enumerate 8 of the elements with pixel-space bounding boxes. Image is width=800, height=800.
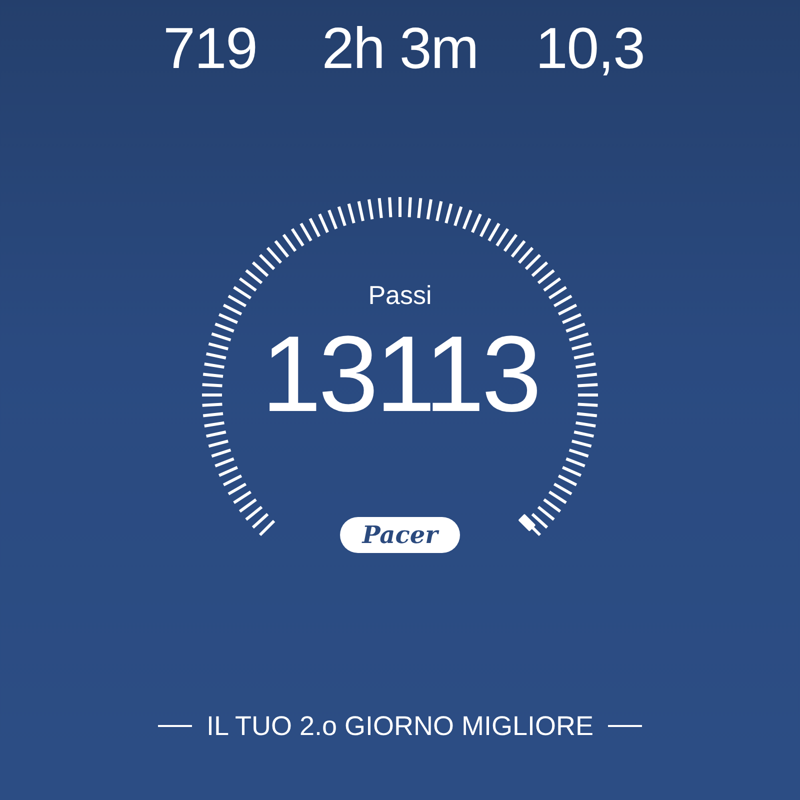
- step-count: 13113: [261, 315, 539, 433]
- stat-value: 10,3: [536, 15, 644, 83]
- stat-value: 2h 3m: [322, 15, 478, 83]
- stat-value: 719: [163, 15, 257, 83]
- progress-marker: [518, 514, 536, 532]
- pacer-logo: Pacer: [340, 517, 460, 553]
- steps-label: Passi: [368, 279, 432, 311]
- achievement-text: IL TUO 2.o GIORNO MIGLIORE: [206, 710, 594, 743]
